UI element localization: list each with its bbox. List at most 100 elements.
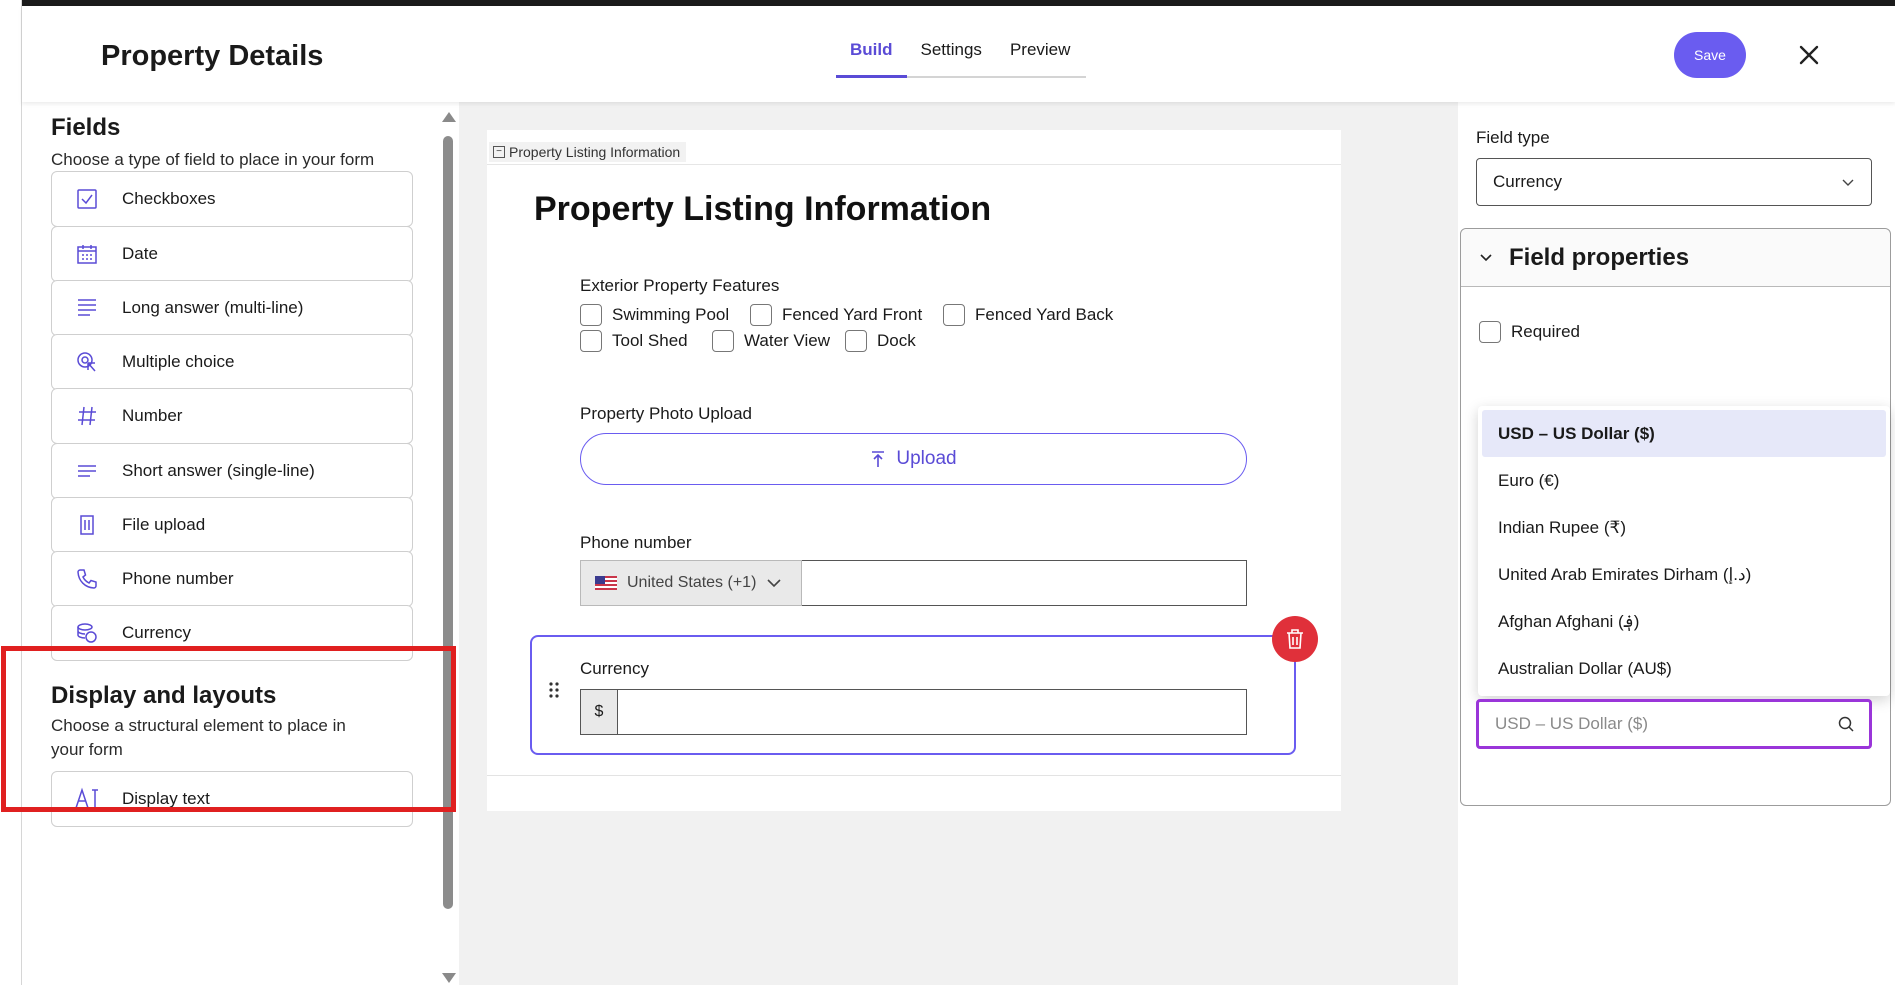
layout-item-label: Display text bbox=[122, 789, 210, 808]
save-button[interactable]: Save bbox=[1674, 32, 1746, 78]
checkbox[interactable] bbox=[943, 304, 965, 326]
option-water-view[interactable]: Water View bbox=[712, 330, 830, 352]
drag-handle-icon[interactable] bbox=[548, 681, 562, 699]
checkbox-icon bbox=[52, 187, 122, 211]
layout-display-text[interactable]: Display text bbox=[51, 771, 413, 827]
currency-option[interactable]: Indian Rupee (₹) bbox=[1482, 504, 1886, 551]
us-flag-icon bbox=[595, 576, 617, 590]
field-type-label: Date bbox=[122, 244, 158, 263]
collapse-icon[interactable]: − bbox=[493, 146, 505, 158]
fields-sidebar: Fields Choose a type of field to place i… bbox=[23, 102, 459, 985]
photo-upload-label: Property Photo Upload bbox=[580, 404, 752, 423]
required-label: Required bbox=[1511, 322, 1580, 341]
chevron-down-icon bbox=[1842, 179, 1854, 186]
option-label: Dock bbox=[877, 331, 916, 350]
search-icon[interactable] bbox=[1837, 715, 1855, 733]
file-icon bbox=[52, 513, 122, 537]
checkbox[interactable] bbox=[712, 330, 734, 352]
calendar-icon bbox=[52, 242, 122, 266]
country-code-select[interactable]: United States (+1) bbox=[580, 560, 802, 606]
form-title: Property Listing Information bbox=[534, 190, 992, 228]
phone-number-label: Phone number bbox=[580, 533, 692, 552]
form-canvas: − Property Listing Information Property … bbox=[459, 102, 1458, 985]
long-text-icon bbox=[52, 296, 122, 320]
field-type-label: Short answer (single-line) bbox=[122, 461, 315, 480]
checkbox[interactable] bbox=[845, 330, 867, 352]
required-checkbox[interactable] bbox=[1479, 321, 1501, 343]
field-properties-heading: Field properties bbox=[1509, 243, 1690, 271]
properties-panel: Field type Currency Field properties Req… bbox=[1458, 102, 1895, 985]
currency-field: $ bbox=[580, 689, 1247, 735]
option-fenced-yard-back[interactable]: Fenced Yard Back bbox=[943, 304, 1113, 326]
currency-symbol: $ bbox=[580, 689, 618, 735]
checkbox[interactable] bbox=[580, 330, 602, 352]
field-type-label: Phone number bbox=[122, 569, 234, 588]
form-section: − Property Listing Information Property … bbox=[487, 130, 1341, 811]
phone-field: United States (+1) bbox=[580, 560, 1247, 606]
field-type-long-answer[interactable]: Long answer (multi-line) bbox=[51, 280, 413, 336]
tab-preview[interactable]: Preview bbox=[996, 32, 1084, 76]
field-type-select[interactable]: Currency bbox=[1476, 158, 1872, 206]
option-swimming-pool[interactable]: Swimming Pool bbox=[580, 304, 729, 326]
phone-icon bbox=[52, 567, 122, 591]
field-type-file-upload[interactable]: File upload bbox=[51, 497, 413, 553]
scroll-thumb[interactable] bbox=[443, 136, 453, 909]
currency-option[interactable]: Australian Dollar (AU$) bbox=[1482, 645, 1886, 692]
fields-subtitle: Choose a type of field to place in your … bbox=[51, 150, 375, 169]
option-label: Tool Shed bbox=[612, 331, 688, 350]
currency-input[interactable] bbox=[618, 689, 1247, 735]
layouts-subtitle: Choose a structural element to place in … bbox=[51, 716, 346, 759]
exterior-features-label: Exterior Property Features bbox=[580, 276, 780, 295]
currency-option[interactable]: Euro (€) bbox=[1482, 457, 1886, 504]
upload-button[interactable]: Upload bbox=[580, 433, 1247, 485]
option-label: Fenced Yard Front bbox=[782, 305, 923, 324]
tab-build[interactable]: Build bbox=[836, 32, 907, 78]
section-tag-label: Property Listing Information bbox=[509, 144, 681, 160]
scroll-down-arrow[interactable] bbox=[442, 973, 456, 983]
hash-icon bbox=[52, 404, 122, 428]
phone-input[interactable] bbox=[802, 560, 1247, 606]
left-edge bbox=[0, 0, 22, 985]
section-tag[interactable]: − Property Listing Information bbox=[489, 142, 687, 162]
field-type-number[interactable]: Number bbox=[51, 388, 413, 444]
field-type-phone-number[interactable]: Phone number bbox=[51, 551, 413, 607]
currency-search-input[interactable]: USD – US Dollar ($) bbox=[1476, 699, 1872, 749]
currency-option[interactable]: Afghan Afghani (؋) bbox=[1482, 598, 1886, 645]
delete-field-button[interactable] bbox=[1272, 616, 1318, 662]
page-title: Property Details bbox=[101, 40, 324, 72]
required-toggle[interactable]: Required bbox=[1479, 321, 1580, 343]
option-tool-shed[interactable]: Tool Shed bbox=[580, 330, 688, 352]
chevron-down-icon bbox=[767, 579, 781, 588]
option-fenced-yard-front[interactable]: Fenced Yard Front bbox=[750, 304, 922, 326]
currency-option[interactable]: USD – US Dollar ($) bbox=[1482, 410, 1886, 457]
field-type-label: Number bbox=[122, 406, 183, 425]
checkbox[interactable] bbox=[750, 304, 772, 326]
header: Property Details Build Settings Preview … bbox=[22, 6, 1895, 102]
tab-settings[interactable]: Settings bbox=[907, 32, 996, 76]
field-type-multiple-choice[interactable]: Multiple choice bbox=[51, 334, 413, 390]
text-cursor-icon bbox=[52, 787, 122, 811]
field-type-currency[interactable]: Currency bbox=[51, 605, 413, 661]
currency-field-block[interactable]: Currency $ bbox=[530, 635, 1296, 755]
field-type-label: Multiple choice bbox=[122, 352, 235, 371]
field-type-date[interactable]: Date bbox=[51, 226, 413, 282]
field-type-label: Checkboxes bbox=[122, 189, 216, 208]
search-placeholder: USD – US Dollar ($) bbox=[1495, 714, 1649, 733]
currency-dropdown: USD – US Dollar ($) Euro (€) Indian Rupe… bbox=[1478, 406, 1890, 696]
field-properties-header[interactable]: Field properties bbox=[1461, 229, 1890, 287]
sidebar-scrollbar[interactable] bbox=[441, 112, 456, 985]
divider bbox=[487, 775, 1341, 776]
option-label: Water View bbox=[744, 331, 830, 350]
currency-label: Currency bbox=[580, 659, 649, 678]
field-type-checkboxes[interactable]: Checkboxes bbox=[51, 171, 413, 227]
close-icon[interactable] bbox=[1792, 38, 1826, 72]
scroll-up-arrow[interactable] bbox=[442, 112, 456, 122]
layouts-heading: Display and layouts bbox=[51, 682, 277, 709]
currency-option[interactable]: United Arab Emirates Dirham (د.إ) bbox=[1482, 551, 1886, 598]
field-type-label: File upload bbox=[122, 515, 206, 534]
checkbox[interactable] bbox=[580, 304, 602, 326]
option-dock[interactable]: Dock bbox=[845, 330, 916, 352]
multiple-choice-icon bbox=[52, 350, 122, 374]
option-label: Fenced Yard Back bbox=[975, 305, 1114, 324]
field-type-short-answer[interactable]: Short answer (single-line) bbox=[51, 443, 413, 499]
